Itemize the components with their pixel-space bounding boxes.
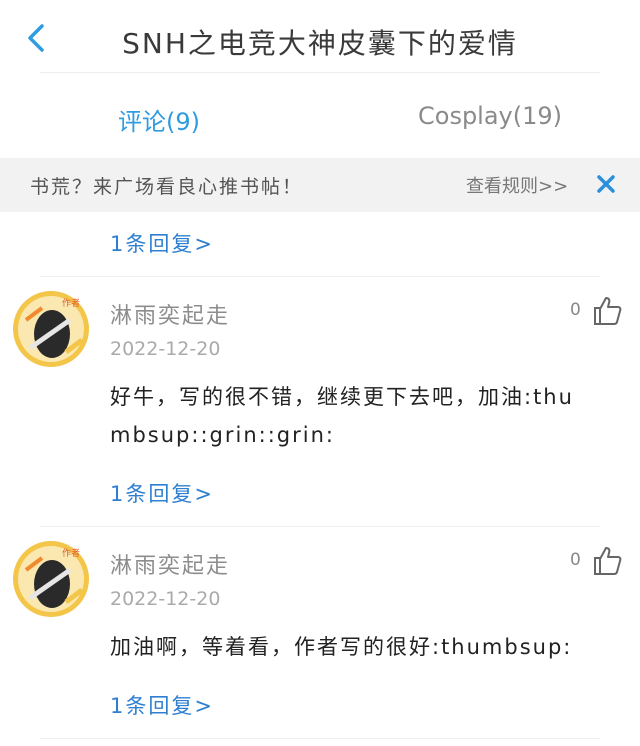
page-title: SNH之电竞大神皮囊下的爱情 <box>122 27 518 60</box>
comment-text: 加油啊，等着看，作者写的很好:thumbsup: <box>110 635 573 659</box>
tab-cosplay[interactable]: Cosplay(19) <box>418 102 562 130</box>
notice-banner: 书荒？来广场看良心推书帖！ 查看规则>> <box>0 158 640 212</box>
divider <box>40 738 600 739</box>
close-notice-button[interactable] <box>594 172 618 196</box>
view-rules-link[interactable]: 查看规则>> <box>466 172 568 198</box>
like-count: 0 <box>570 300 581 320</box>
back-button[interactable] <box>18 18 58 58</box>
like-button[interactable] <box>590 294 624 328</box>
divider <box>40 526 600 527</box>
header: SNH之电竞大神皮囊下的爱情 <box>0 0 640 80</box>
author-badge: 作者 <box>62 547 80 559</box>
divider <box>40 276 600 277</box>
reply-count-link[interactable]: 1条回复> <box>110 478 214 508</box>
close-icon <box>597 175 615 193</box>
tab-comments[interactable]: 评论(9) <box>118 102 200 137</box>
avatar[interactable]: 作者 <box>12 290 90 368</box>
author-badge: 作者 <box>62 297 80 309</box>
thumbs-up-icon <box>594 297 622 325</box>
comment-text: 好牛，写的很不错，继续更下去吧，加油:thumbsup::grin::grin: <box>110 385 574 447</box>
notice-text: 书荒？来广场看良心推书帖！ <box>30 176 304 198</box>
avatar[interactable]: 作者 <box>12 540 90 618</box>
comment-date: 2022-12-20 <box>110 588 221 610</box>
avatar-image: 作者 <box>13 291 89 367</box>
like-count: 0 <box>570 550 581 570</box>
tab-bar: 评论(9) Cosplay(19) <box>0 90 640 146</box>
reply-count-link[interactable]: 1条回复> <box>110 690 214 720</box>
username[interactable]: 淋雨奕起走 <box>110 298 230 330</box>
thumbs-up-icon <box>594 547 622 575</box>
avatar-image: 作者 <box>13 541 89 617</box>
comment-date: 2022-12-20 <box>110 338 221 360</box>
header-divider <box>40 72 600 73</box>
chevron-left-icon <box>28 24 44 52</box>
username[interactable]: 淋雨奕起走 <box>110 548 230 580</box>
like-button[interactable] <box>590 544 624 578</box>
reply-count-link[interactable]: 1条回复> <box>110 228 214 258</box>
